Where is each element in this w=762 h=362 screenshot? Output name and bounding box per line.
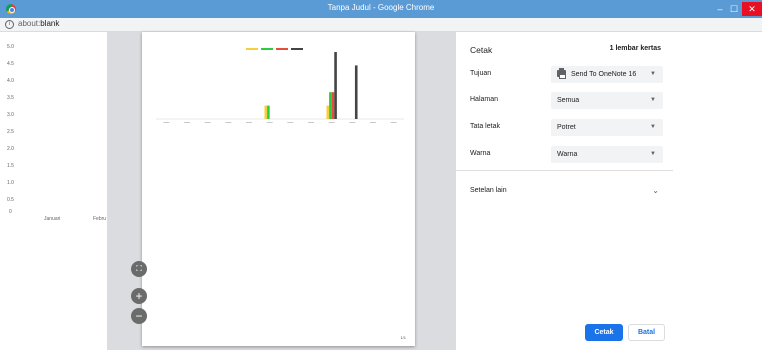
x-tick-mark xyxy=(266,122,273,123)
fit-to-page-icon[interactable]: ⛶ xyxy=(131,261,147,277)
minimize-button[interactable]: – xyxy=(714,2,726,16)
pages-value: Semua xyxy=(557,97,580,104)
legend-swatch xyxy=(261,48,273,50)
chart-bar xyxy=(326,105,330,119)
divider xyxy=(456,170,673,171)
color-select[interactable]: Warna ▼ xyxy=(551,146,663,163)
destination-value: Send To OneNote 16 xyxy=(571,71,637,78)
x-tick-mark xyxy=(390,122,397,123)
printer-icon xyxy=(557,67,566,79)
print-button[interactable]: Cetak xyxy=(585,324,623,341)
x-tick-mark xyxy=(308,122,314,123)
y-tick: 4.0 xyxy=(7,78,14,84)
chevron-down-icon: ▼ xyxy=(650,151,656,157)
page-number: 1/1 xyxy=(400,335,406,340)
x-tick-mark xyxy=(287,122,294,123)
window-titlebar: Tanpa Judul - Google Chrome – ☐ ✕ xyxy=(0,0,762,18)
y-tick: 3.5 xyxy=(7,95,14,101)
zoom-out-icon[interactable]: − xyxy=(131,308,147,324)
chevron-down-icon[interactable]: ⌄ xyxy=(652,186,659,195)
x-tick-mark xyxy=(370,122,376,123)
x-tick-mark xyxy=(204,122,211,123)
chart-bar xyxy=(264,105,268,119)
chevron-down-icon: ▼ xyxy=(650,97,656,103)
destination-select[interactable]: Send To OneNote 16 ▼ xyxy=(551,66,663,83)
chevron-down-icon: ▼ xyxy=(650,124,656,130)
y-tick: 1.5 xyxy=(7,163,14,169)
color-label: Warna xyxy=(470,150,491,157)
layout-value: Potret xyxy=(557,124,576,131)
x-tick-mark xyxy=(163,122,170,123)
cancel-button[interactable]: Batal xyxy=(628,324,665,341)
more-settings-toggle[interactable]: Setelan lain xyxy=(470,187,507,194)
x-tick-mark xyxy=(225,122,232,123)
info-icon[interactable]: i xyxy=(5,20,14,29)
sheet-count: 1 lembar kertas xyxy=(609,45,661,52)
legend-swatch xyxy=(291,48,303,50)
y-tick: 4.5 xyxy=(7,61,14,67)
y-tick: 2.0 xyxy=(7,146,14,152)
url-text[interactable]: about:blank xyxy=(18,19,59,28)
pages-label: Halaman xyxy=(470,96,499,103)
y-tick: 0.5 xyxy=(7,197,14,203)
window-title: Tanpa Judul - Google Chrome xyxy=(327,3,435,12)
legend-swatch xyxy=(246,48,258,50)
y-tick: 0 xyxy=(9,209,12,215)
preview-page: 1/1 xyxy=(142,32,415,346)
destination-label: Tujuan xyxy=(470,70,492,77)
chart-bar xyxy=(267,105,270,119)
x-tick-mark xyxy=(349,122,356,123)
chart-bar xyxy=(334,52,337,119)
x-tick-mark xyxy=(328,122,335,123)
y-tick: 3.0 xyxy=(7,112,14,118)
zoom-in-icon[interactable]: + xyxy=(131,288,147,304)
chart-bar xyxy=(354,65,358,119)
layout-select[interactable]: Potret ▼ xyxy=(551,119,663,136)
chart-bar xyxy=(331,92,335,119)
close-button[interactable]: ✕ xyxy=(742,2,762,16)
color-value: Warna xyxy=(557,151,578,158)
y-tick: 1.0 xyxy=(7,180,14,186)
pages-select[interactable]: Semua ▼ xyxy=(551,92,663,109)
chevron-down-icon: ▼ xyxy=(650,71,656,77)
x-label: Januari xyxy=(44,216,61,222)
maximize-button[interactable]: ☐ xyxy=(728,2,740,16)
chart-bar xyxy=(329,92,332,119)
y-tick: 5.0 xyxy=(7,44,14,50)
preview-chart xyxy=(156,48,404,123)
address-bar[interactable]: i about:blank xyxy=(0,18,762,32)
y-tick: 2.5 xyxy=(7,129,14,135)
x-tick-mark xyxy=(246,122,252,123)
dialog-title: Cetak xyxy=(470,45,493,55)
x-label: Febru xyxy=(93,216,107,222)
print-dialog: Cetak 1 lembar kertas Tujuan Send To One… xyxy=(455,32,673,350)
legend-swatch xyxy=(276,48,288,50)
layout-label: Tata letak xyxy=(470,123,500,130)
x-tick-mark xyxy=(184,122,190,123)
